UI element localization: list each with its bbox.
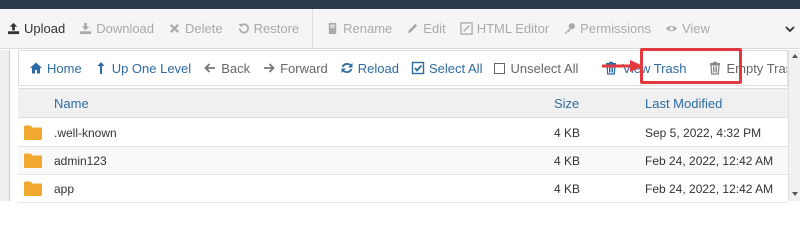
- file-list-table: Name Size Last Modified .well-known 4 KB…: [18, 88, 788, 203]
- unselect-all-label: Unselect All: [510, 60, 579, 76]
- download-button[interactable]: Download: [72, 9, 161, 49]
- rename-label: Rename: [343, 21, 393, 36]
- html-editor-label: HTML Editor: [476, 21, 550, 36]
- arrow-left-icon: [203, 61, 217, 75]
- home-label: Home: [47, 60, 82, 76]
- annotation-highlight-box: [640, 48, 742, 84]
- restore-button[interactable]: Restore: [230, 9, 307, 49]
- download-label: Download: [96, 21, 155, 36]
- file-name: app: [54, 182, 75, 196]
- reload-button[interactable]: Reload: [334, 51, 405, 85]
- back-label: Back: [221, 60, 251, 76]
- forward-label: Forward: [280, 60, 328, 76]
- arrow-right-icon: [262, 61, 276, 75]
- rename-button[interactable]: Rename: [319, 9, 399, 49]
- restore-label: Restore: [253, 21, 300, 36]
- file-size: 4 KB: [554, 126, 581, 140]
- restore-icon: [237, 22, 250, 35]
- download-icon: [79, 22, 92, 35]
- folder-icon: [24, 125, 42, 140]
- upload-button[interactable]: Upload: [0, 9, 72, 49]
- html-editor-icon: [459, 22, 473, 35]
- directory-tree-panel: [0, 50, 10, 201]
- pencil-icon: [406, 22, 419, 35]
- checked-box-icon: [411, 61, 425, 75]
- folder-icon: [24, 181, 42, 196]
- table-row[interactable]: app 4 KB Feb 24, 2022, 12:42 AM: [18, 175, 788, 203]
- edit-label: Edit: [423, 21, 446, 36]
- eye-icon: [665, 22, 678, 35]
- upload-label: Upload: [24, 21, 66, 36]
- unselect-all-button[interactable]: Unselect All: [488, 51, 584, 85]
- rename-icon: [326, 22, 339, 35]
- home-button[interactable]: Home: [23, 51, 88, 85]
- delete-label: Delete: [185, 21, 223, 36]
- vertical-scrollbar[interactable]: [788, 50, 800, 201]
- column-header-name[interactable]: Name: [54, 96, 89, 111]
- back-button[interactable]: Back: [197, 51, 256, 85]
- edit-button[interactable]: Edit: [399, 9, 452, 49]
- file-modified: Feb 24, 2022, 12:42 AM: [645, 182, 774, 196]
- up-one-level-label: Up One Level: [111, 60, 192, 76]
- column-header-last-modified[interactable]: Last Modified: [645, 96, 722, 111]
- close-icon: [168, 22, 181, 35]
- up-one-level-button[interactable]: Up One Level: [88, 51, 198, 85]
- permissions-button[interactable]: Permissions: [556, 9, 658, 49]
- key-icon: [563, 22, 576, 35]
- upload-icon: [7, 22, 20, 35]
- forward-button[interactable]: Forward: [256, 51, 334, 85]
- file-toolbar: Upload Download Delete Restore Rename Ed…: [0, 8, 800, 49]
- file-name: .well-known: [54, 126, 117, 140]
- folder-icon: [24, 153, 42, 168]
- permissions-label: Permissions: [580, 21, 651, 36]
- table-row[interactable]: .well-known 4 KB Sep 5, 2022, 4:32 PM: [18, 119, 788, 147]
- empty-checkbox-icon: [494, 62, 506, 74]
- reload-icon: [340, 61, 354, 75]
- file-modified: Sep 5, 2022, 4:32 PM: [645, 126, 762, 140]
- annotation-arrow: [602, 60, 643, 72]
- scroll-up-icon[interactable]: [791, 52, 799, 60]
- chevron-down-icon[interactable]: [784, 9, 796, 49]
- view-button[interactable]: View: [658, 9, 717, 49]
- home-icon: [29, 61, 43, 75]
- select-all-button[interactable]: Select All: [405, 51, 488, 85]
- select-all-label: Select All: [428, 60, 483, 76]
- column-header-size[interactable]: Size: [554, 96, 579, 111]
- toolbar-divider: [312, 8, 314, 49]
- html-editor-button[interactable]: HTML Editor: [453, 9, 556, 49]
- table-header: Name Size Last Modified: [18, 88, 788, 118]
- table-row[interactable]: admin123 4 KB Feb 24, 2022, 12:42 AM: [18, 147, 788, 175]
- file-modified: Feb 24, 2022, 12:42 AM: [645, 154, 774, 168]
- delete-button[interactable]: Delete: [161, 9, 230, 49]
- reload-label: Reload: [357, 60, 399, 76]
- file-size: 4 KB: [554, 182, 581, 196]
- file-size: 4 KB: [554, 154, 581, 168]
- view-label: View: [681, 21, 710, 36]
- scroll-down-icon[interactable]: [791, 190, 799, 198]
- level-up-icon: [94, 61, 108, 75]
- file-name: admin123: [54, 154, 107, 168]
